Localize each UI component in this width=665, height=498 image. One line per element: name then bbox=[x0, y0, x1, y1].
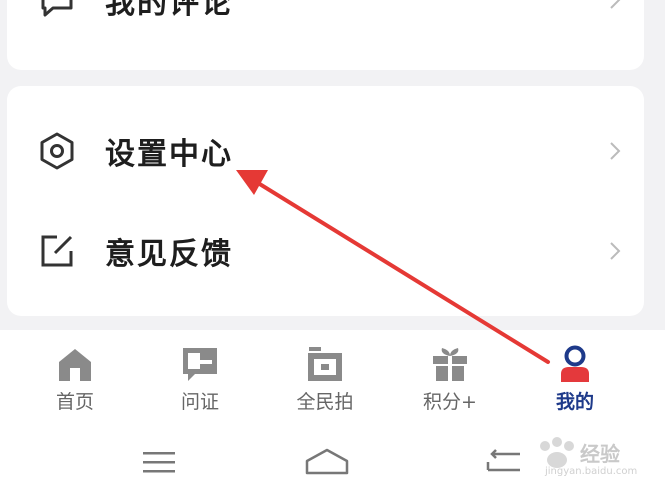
tab-capture[interactable]: 全民拍 bbox=[275, 340, 375, 420]
user-icon bbox=[561, 345, 589, 382]
menu-card: 设置中心 意见反馈 bbox=[7, 86, 644, 316]
menu-item-settings[interactable]: 设置中心 bbox=[7, 101, 644, 201]
gift-icon bbox=[433, 348, 467, 381]
tab-bar: 首页 问证 全民拍 积分+ 我的 bbox=[0, 340, 665, 420]
watermark-text: 经验 bbox=[580, 442, 620, 466]
feedback-edit-icon bbox=[41, 235, 73, 267]
tab-label: 问证 bbox=[180, 391, 219, 413]
watermark-url: jingyan.baidu.com bbox=[545, 466, 638, 477]
menu-card-top: 我的评论 bbox=[7, 0, 644, 70]
tab-question[interactable]: 问证 bbox=[150, 340, 250, 420]
tab-label: 积分+ bbox=[423, 391, 477, 413]
tab-points[interactable]: 积分+ bbox=[400, 340, 500, 420]
tab-label: 我的 bbox=[555, 391, 594, 413]
tab-label: 首页 bbox=[55, 391, 94, 413]
tab-label: 全民拍 bbox=[296, 391, 354, 413]
question-icon bbox=[183, 348, 217, 381]
settings-hexagon-icon bbox=[40, 132, 74, 170]
back-icon[interactable] bbox=[484, 446, 524, 478]
tab-mine[interactable]: 我的 bbox=[525, 340, 625, 420]
chevron-right-icon bbox=[610, 0, 621, 9]
paw-logo-icon bbox=[540, 437, 574, 468]
menu-item-label: 意见反馈 bbox=[105, 237, 233, 272]
chevron-right-icon bbox=[610, 242, 621, 260]
chevron-right-icon bbox=[610, 142, 621, 160]
menu-item-label: 设置中心 bbox=[105, 137, 233, 172]
home-icon bbox=[59, 349, 91, 381]
menu-item-label: 我的评论 bbox=[105, 0, 233, 21]
menu-icon[interactable] bbox=[139, 446, 179, 478]
camera-icon bbox=[308, 347, 342, 381]
comment-icon bbox=[41, 0, 73, 17]
menu-item-my-comments[interactable]: 我的评论 bbox=[7, 0, 644, 50]
tab-home[interactable]: 首页 bbox=[25, 340, 125, 420]
menu-item-feedback[interactable]: 意见反馈 bbox=[7, 201, 644, 301]
home-outline-icon[interactable] bbox=[304, 446, 350, 478]
baidu-jingyan-watermark: 经验 jingyan.baidu.com bbox=[525, 436, 638, 478]
